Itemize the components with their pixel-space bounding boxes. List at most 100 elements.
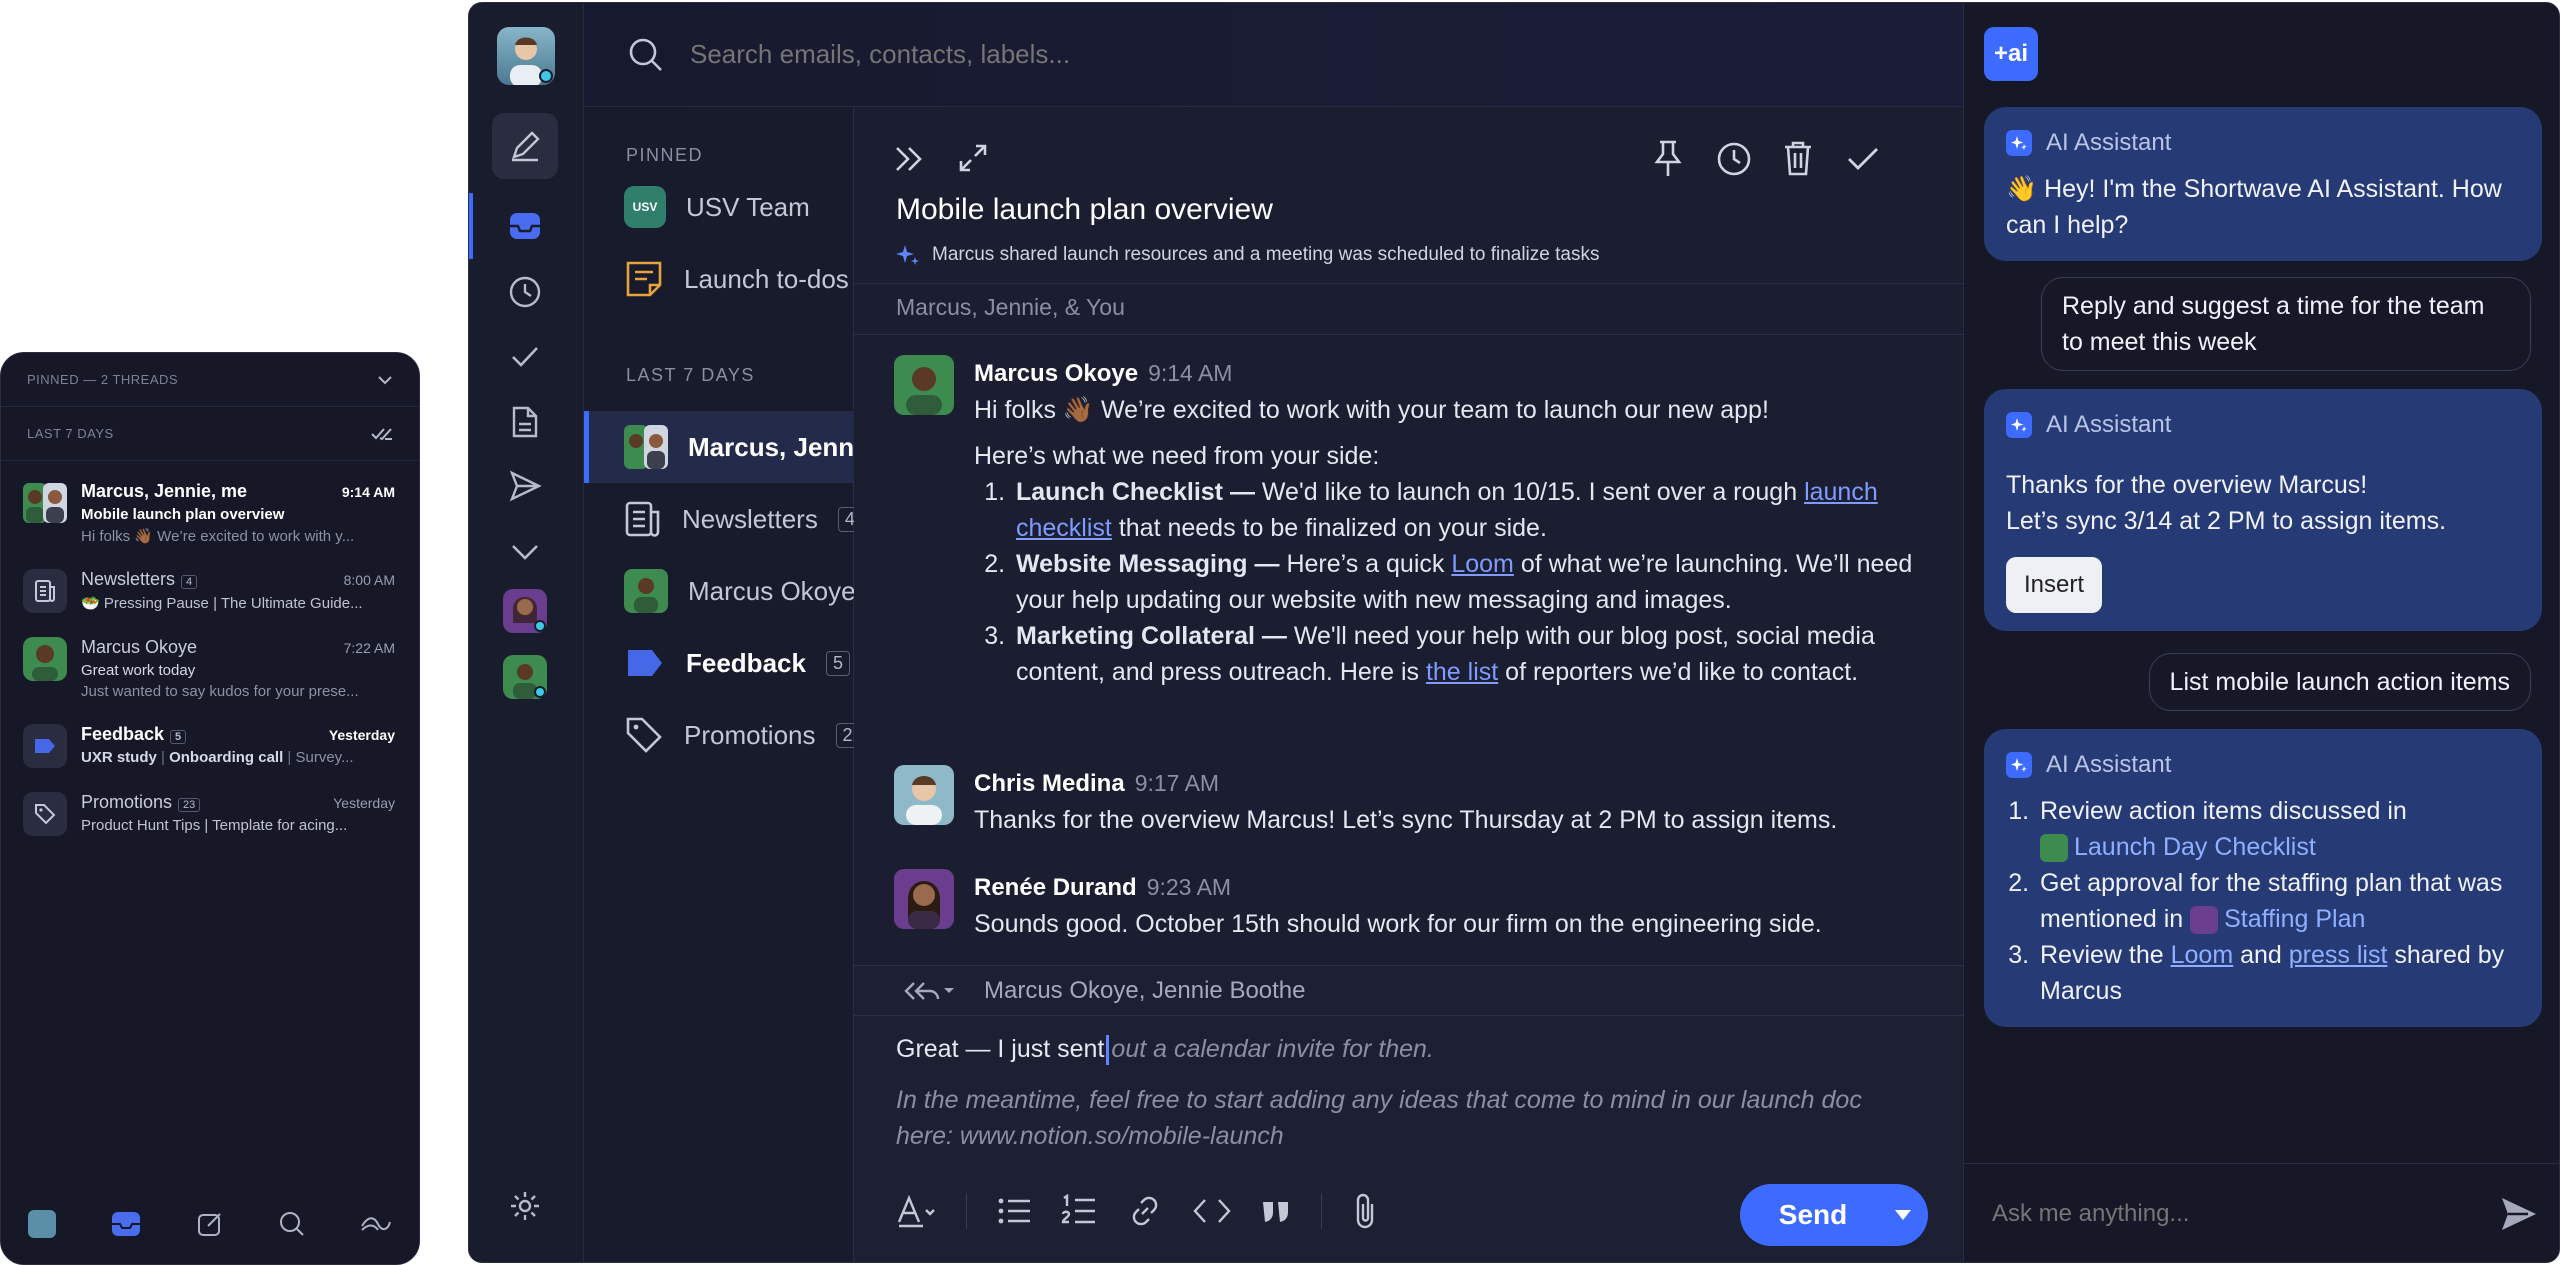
sidebar-item-label: Newsletters [682,503,818,534]
item-text: Here’s a quick [1279,550,1452,578]
sidebar-item-label: Promotions [684,719,816,750]
draft-typed-text: Great — I just sent [896,1035,1105,1063]
message: Marcus Okoye 9:14 AM Hi folks 👋🏾 We’re ex… [894,355,1923,690]
press-list-link[interactable]: press list [2289,941,2388,969]
thread-time: Yesterday [333,794,395,811]
compose-button[interactable] [492,113,558,179]
snooze-clock-icon[interactable] [1716,141,1752,177]
inbox-icon[interactable] [110,1210,142,1238]
reply-header: Marcus Okoye, Jennie Boothe [854,966,1963,1016]
settings-button[interactable] [492,1173,558,1239]
check-icon [512,347,538,367]
action-list: Launch Checklist — We'd like to launch o… [1012,474,1923,690]
insert-button[interactable]: Insert [2006,557,2103,613]
last7-section: LAST 7 DAYS [1,407,419,461]
ai-message-text: Let’s sync 3/14 at 2 PM to assign items. [2006,507,2447,535]
expand-icon[interactable] [958,143,988,173]
list-item: Marketing Collateral — We'll need your h… [1012,618,1923,690]
nav-rail [469,3,584,1262]
sidebar-item-marcus-okoye[interactable]: Marcus Okoye [584,555,854,627]
text-style-icon[interactable] [896,1194,936,1228]
thread-time: 7:22 AM [343,639,395,656]
sidebar-item-promotions[interactable]: Promotions 2 [584,699,854,771]
sender-name: Marcus Okoye [974,360,1139,387]
snoozed-button[interactable] [492,259,558,325]
sidebar: PINNED USV USV Team Launch to-dos LAST 7… [584,107,854,1262]
ai-logo: +ai [1984,27,2038,81]
loom-link[interactable]: Loom [2171,941,2234,969]
avatar [23,637,67,681]
ai-message-text: 👋 Hey! I'm the Shortwave AI Assistant. H… [2006,175,2502,239]
sender-name: Renée Durand [974,874,1137,901]
item-text: that needs to be finalized on your side. [1111,514,1547,542]
loom-link[interactable]: Loom [1451,550,1514,578]
sidebar-item-launch-todos[interactable]: Launch to-dos [584,243,854,315]
avatar [624,425,668,469]
search-icon[interactable] [278,1210,306,1238]
message-time: 9:14 AM [1148,360,1233,386]
done-button[interactable] [492,323,558,389]
mark-done-icon[interactable] [1846,145,1880,173]
profile-avatar[interactable] [28,1210,56,1238]
sparkle-icon [896,245,919,265]
contact-avatar[interactable] [503,589,547,633]
thread-subject: Mobile launch plan overview [81,506,285,523]
code-icon[interactable] [1193,1197,1231,1225]
list-item[interactable]: Marcus, Jennie, me 9:14 AM Mobile launch … [1,469,419,557]
draft-input[interactable]: Great — I just sent out a calendar invite… [896,1032,1916,1154]
count-badge: 2 [835,722,854,748]
inbox-button[interactable] [492,193,558,259]
profile-avatar[interactable] [497,27,555,85]
pin-icon[interactable] [1652,139,1684,179]
sidebar-item-newsletters[interactable]: Newsletters 4 [584,483,854,555]
ai-message-text: Thanks for the overview Marcus! [2006,471,2368,499]
send-button[interactable]: Send [1740,1199,1878,1231]
chevron-down-icon[interactable] [377,375,393,385]
bullet-list-icon[interactable] [997,1196,1031,1226]
sidebar-item-feedback[interactable]: Feedback 5 [584,627,854,699]
list-item[interactable]: Newsletters 4 8:00 AM 🥗 Pressing Pause | T… [1,557,419,625]
avatar [894,355,954,415]
sidebar-item-usv-team[interactable]: USV USV Team [584,171,854,243]
message-text: Sounds good. October 15th should work fo… [974,910,1822,938]
numbered-list-icon[interactable] [1061,1194,1097,1228]
collapse-panel-icon[interactable] [894,145,926,173]
reply-all-icon[interactable] [902,979,954,1003]
shortwave-logo-icon[interactable] [360,1212,392,1236]
avatar [894,765,954,825]
ai-suggestion: In the meantime, feel free to start addi… [896,1086,1862,1150]
send-icon[interactable] [2500,1196,2538,1232]
mark-all-done-icon[interactable] [371,427,393,441]
list-item[interactable]: Marcus Okoye 7:22 AM Great work today Jus… [1,625,419,712]
quote-icon[interactable] [1261,1198,1291,1224]
list-item[interactable]: Feedback 5 Yesterday UXR study | Onboardin… [1,712,419,780]
drafts-button[interactable] [492,389,558,455]
launch-day-checklist-link[interactable]: Launch Day Checklist [2074,833,2316,861]
pinned-section[interactable]: PINNED — 2 THREADS [1,353,419,407]
tag-icon [626,717,662,753]
sidebar-item-marcus-jennie[interactable]: Marcus, Jennie [584,411,854,483]
item-text: Review the [2040,941,2171,969]
mobile-app: PINNED — 2 THREADS LAST 7 DAYS Marcus, J… [0,352,420,1265]
attachment-icon[interactable] [1352,1192,1378,1230]
user-message: Reply and suggest a time for the team to… [2041,277,2531,371]
thread-title: Feedback [81,724,165,744]
formatting-toolbar [896,1192,1378,1230]
reporters-list-link[interactable]: the list [1426,658,1498,686]
compose-icon[interactable] [196,1210,224,1238]
reply-recipients[interactable]: Marcus Okoye, Jennie Boothe [984,977,1306,1005]
contact-avatar[interactable] [503,655,547,699]
link-icon[interactable] [1127,1193,1163,1229]
sidebar-item-label: Launch to-dos [684,263,849,294]
thread-preview: Product Hunt Tips | Template for acing..… [81,817,348,834]
mobile-tab-bar [1,1184,419,1264]
search-input[interactable] [690,31,1890,77]
list-item[interactable]: Promotions 23 Yesterday Product Hunt Tips … [1,780,419,848]
more-button[interactable] [492,519,558,585]
trash-icon[interactable] [1782,139,1814,177]
chevron-down-icon [512,545,538,560]
send-options-chevron-icon[interactable] [1878,1209,1928,1221]
sent-button[interactable] [492,453,558,519]
staffing-plan-link[interactable]: Staffing Plan [2224,905,2365,933]
ai-chat-input[interactable] [1992,1192,2472,1236]
